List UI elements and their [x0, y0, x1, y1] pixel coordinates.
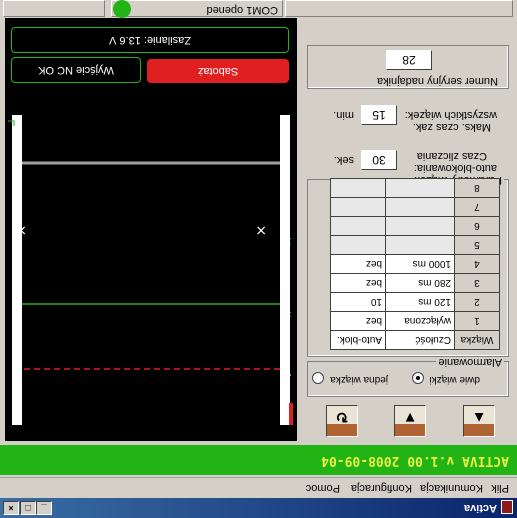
cell-beam: 5: [454, 235, 500, 255]
version-bar: ACTIVA v.1.00 2008-09-04: [0, 445, 517, 475]
radio-one-beam-label: jedna wiązka: [330, 374, 388, 385]
max-time-label-1: Maks. czas zak.: [412, 121, 491, 133]
table-row[interactable]: 6: [330, 216, 500, 236]
col-czulosc: Czułość: [385, 330, 455, 350]
cell-autoblock[interactable]: 10: [330, 292, 386, 312]
output-indicator: Wyjście NC OK: [11, 57, 141, 83]
cell-beam: 1: [454, 311, 500, 331]
cell-autoblock[interactable]: bez: [330, 311, 386, 331]
cell-sensitivity[interactable]: 280 ms: [385, 273, 455, 293]
menu-konfiguracja[interactable]: Konfiguracja: [351, 482, 412, 494]
cell-sensitivity[interactable]: [385, 178, 455, 198]
table-row[interactable]: 4 1000 ms bez: [330, 254, 500, 274]
beam-2-x-left: ×: [255, 222, 267, 238]
cell-autoblock[interactable]: [330, 216, 386, 236]
cell-autoblock[interactable]: [330, 197, 386, 217]
right-pole: [12, 115, 22, 425]
statusbar-cell-1: [285, 0, 513, 17]
alarm-up-icon: ▲: [471, 409, 487, 426]
sabotage-indicator: Sabotaż: [147, 59, 289, 83]
maximize-button[interactable]: □: [20, 501, 36, 515]
cell-beam: 4: [454, 254, 500, 274]
menu-pomoc[interactable]: Pomoc: [306, 482, 340, 494]
toolbar: ▲ ▼ ↻: [305, 401, 513, 441]
alarm-down-button[interactable]: ▼: [394, 405, 426, 437]
version-text: ACTIVA v.1.00 2008-09-04: [321, 453, 509, 468]
autoblock-time-group: auto-blokowania: Czas zliczania 30 sek.: [309, 138, 509, 176]
cell-sensitivity[interactable]: [385, 216, 455, 236]
cell-sensitivity[interactable]: [385, 197, 455, 217]
app-window: Activa _ □ × Plik Komunikacja Konfigurac…: [0, 0, 517, 518]
cell-beam: 2: [454, 292, 500, 312]
table-row[interactable]: 8: [330, 178, 500, 198]
left-pole-alarm: [289, 403, 293, 425]
table-row[interactable]: 1 wyłączona bez: [330, 311, 500, 331]
cell-beam: 6: [454, 216, 500, 236]
cell-autoblock[interactable]: bez: [330, 273, 386, 293]
status-bar: COM1 opened: [0, 0, 517, 18]
alarm-mode-group: Alarmowanie jedna wiązka dwie wiązki: [307, 356, 509, 397]
power-indicator: Zasilanie: 13.6 V: [11, 27, 289, 53]
cell-beam: 7: [454, 197, 500, 217]
max-time-unit: min.: [333, 109, 354, 121]
cell-beam: 8: [454, 178, 500, 198]
cell-beam: 3: [454, 273, 500, 293]
menu-bar: Plik Komunikacja Konfiguracja Pomoc: [0, 477, 517, 496]
beam-params-group: Parametry wiązek Wiązka Czułość Auto-blo…: [307, 174, 509, 357]
cell-autoblock[interactable]: [330, 178, 386, 198]
statusbar-cell-3: [3, 0, 105, 17]
transmitter-input[interactable]: 28: [386, 50, 432, 70]
beam-marker-2: 2: [285, 235, 291, 246]
com-status-text: COM1 opened: [206, 4, 278, 16]
alarm-reset-icon: ↻: [335, 408, 349, 425]
radio-two-beams-label: dwie wiązki: [429, 374, 480, 385]
radio-two-beams[interactable]: [412, 372, 424, 384]
close-button[interactable]: ×: [3, 501, 19, 515]
alarm-down-icon: ▼: [402, 409, 418, 426]
status-panel: × × 3 2 1 4 Sabotaż Wyjście NC OK Zasila…: [5, 14, 297, 441]
statusbar-com-cell: COM1 opened: [111, 0, 283, 17]
transmitter-group: Numer seryjny nadajnika 28: [307, 45, 509, 89]
cell-sensitivity[interactable]: wyłączona: [385, 311, 455, 331]
alarm-mode-label: Alarmowanie: [436, 356, 504, 368]
table-row[interactable]: 5: [330, 235, 500, 255]
max-time-input[interactable]: 15: [361, 105, 397, 125]
cell-sensitivity[interactable]: [385, 235, 455, 255]
beam-diagram: × ×: [8, 115, 293, 425]
max-time-label-2: wszystkich wiązek:: [404, 109, 497, 121]
autoblock-time-label-1: Czas zliczania: [416, 150, 487, 162]
cell-sensitivity[interactable]: 120 ms: [385, 292, 455, 312]
beam-marker-4: 4: [285, 370, 291, 381]
title-bar: Activa _ □ ×: [0, 498, 517, 518]
alarm-reset-button[interactable]: ↻: [326, 405, 358, 437]
menu-plik[interactable]: Plik: [491, 482, 509, 494]
col-autoblok: Auto-blok.: [330, 330, 386, 350]
cell-autoblock[interactable]: bez: [330, 254, 386, 274]
transmitter-label: Numer seryjny nadajnika: [374, 75, 500, 87]
table-row[interactable]: 7: [330, 197, 500, 217]
left-panel: ▲ ▼ ↻ Alarmowanie jedna wiązka dwie wiąz…: [305, 31, 513, 441]
beam-marker-3: 3: [285, 308, 291, 319]
table-header: Wiązka Czułość Auto-blok.: [330, 330, 500, 350]
minimize-button[interactable]: _: [36, 501, 52, 515]
cell-autoblock[interactable]: [330, 235, 386, 255]
menu-komunikacja[interactable]: Komunikacja: [420, 482, 483, 494]
col-wiazka: Wiązka: [454, 330, 500, 350]
app-icon: [501, 500, 513, 514]
alarm-up-button[interactable]: ▲: [463, 405, 495, 437]
cell-sensitivity[interactable]: 1000 ms: [385, 254, 455, 274]
com-status-indicator: [113, 0, 131, 18]
max-time-group: Maks. czas zak. wszystkich wiązek: 15 mi…: [309, 97, 509, 135]
autoblock-time-unit: sek.: [333, 154, 354, 166]
window-title: Activa: [463, 502, 497, 514]
autoblock-time-label-2: auto-blokowania:: [413, 162, 497, 174]
autoblock-time-input[interactable]: 30: [361, 150, 397, 170]
radio-one-beam[interactable]: [312, 372, 324, 384]
beam-2-x-right: ×: [15, 222, 27, 238]
beam-marker-1: 1: [285, 166, 291, 177]
table-row[interactable]: 2 120 ms 10: [330, 292, 500, 312]
table-row[interactable]: 3 280 ms bez: [330, 273, 500, 293]
beam-table: Wiązka Czułość Auto-blok. 1 wyłączona be…: [330, 178, 500, 350]
